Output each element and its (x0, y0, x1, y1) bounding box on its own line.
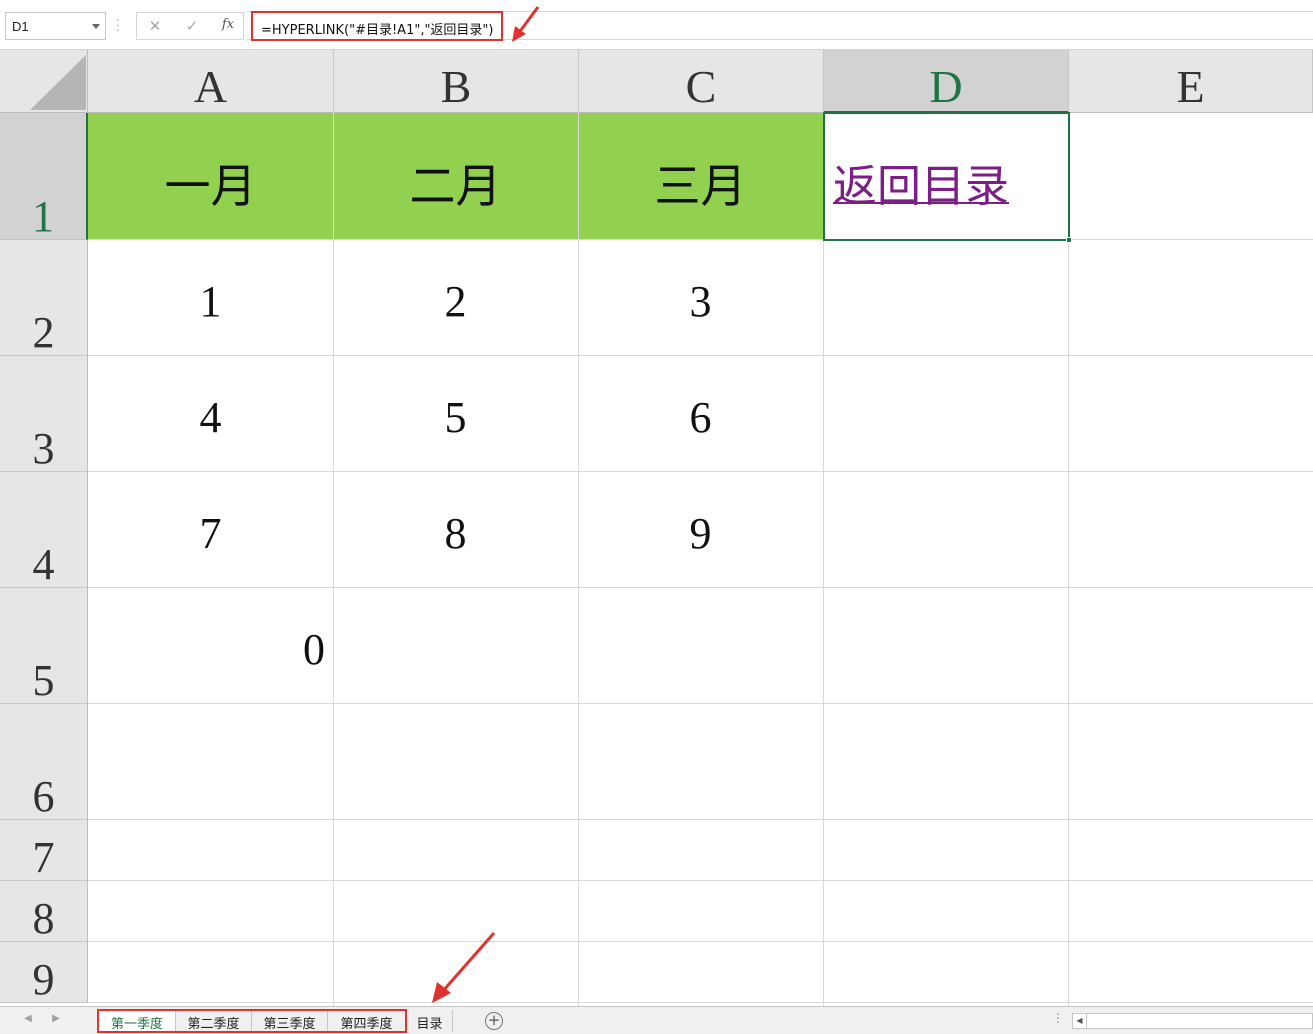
row-header-5[interactable]: 5 (0, 588, 88, 704)
hyperlink-back-to-index[interactable]: 返回目录 (833, 150, 1009, 214)
spreadsheet-grid: A B C D E 1 2 3 4 5 6 7 8 9 一月 二月 三月 1 2… (0, 50, 1313, 1006)
scrollbar-thumb[interactable] (1089, 1016, 1309, 1026)
scroll-tabs-right-icon[interactable]: ▶ (48, 1013, 64, 1029)
formula-text[interactable]: =HYPERLINK("#目录!A1","返回目录") (251, 11, 504, 41)
gridline (88, 819, 1313, 820)
row-number: 3 (32, 424, 55, 473)
row-header-4[interactable]: 4 (0, 472, 88, 588)
cell-b1[interactable]: 二月 (333, 150, 578, 216)
add-sheet-button[interactable]: + (485, 1012, 503, 1030)
column-header-b[interactable]: B (334, 50, 579, 113)
name-box-value: D1 (12, 19, 29, 34)
name-box[interactable]: D1 (5, 12, 106, 40)
chevron-down-icon[interactable] (92, 24, 100, 29)
cancel-icon[interactable]: ✕ (144, 17, 166, 37)
sheet-tab-index[interactable]: 目录 (407, 1010, 453, 1032)
gridline (823, 113, 824, 1006)
gridline (88, 941, 1313, 942)
cell-c1[interactable]: 三月 (578, 150, 823, 216)
row-number: 4 (32, 540, 55, 589)
gridline (333, 113, 334, 1006)
sheet-tab-bar: ◀ ▶ 第一季度 第二季度 第三季度 第四季度 目录 + ⋮ ◀ (0, 1006, 1313, 1034)
cell-b4[interactable]: 8 (333, 508, 578, 559)
scroll-left-icon[interactable]: ◀ (1073, 1014, 1087, 1028)
more-options-icon[interactable]: ⋮ (1052, 1011, 1064, 1025)
horizontal-scrollbar[interactable]: ◀ (1072, 1013, 1313, 1029)
selected-cell-d1[interactable]: 返回目录 (823, 112, 1072, 243)
row-header-9[interactable]: 9 (0, 942, 88, 1003)
row-header-1[interactable]: 1 (0, 113, 88, 240)
fill-handle[interactable] (1066, 237, 1072, 243)
gridline (578, 113, 579, 1006)
cell-c2[interactable]: 3 (578, 276, 823, 327)
more-options-icon[interactable]: · · · (116, 15, 122, 36)
scroll-tabs-left-icon[interactable]: ◀ (20, 1013, 36, 1029)
cell-b3[interactable]: 5 (333, 392, 578, 443)
formula-bar: D1 · · · ✕ ✓ fx =HYPERLINK("#目录!A1","返回目录"… (0, 0, 1313, 50)
column-header-c[interactable]: C (579, 50, 824, 113)
cell-c4[interactable]: 9 (578, 508, 823, 559)
enter-icon[interactable]: ✓ (181, 17, 203, 37)
cell-c3[interactable]: 6 (578, 392, 823, 443)
gridline (88, 471, 1313, 472)
row-number: 7 (32, 833, 55, 882)
row-number: 1 (32, 192, 54, 241)
row-number: 8 (32, 894, 55, 943)
cell-a4[interactable]: 7 (88, 508, 333, 559)
insert-function-icon[interactable]: fx (217, 17, 239, 37)
row-number: 6 (32, 772, 55, 821)
row-number: 5 (32, 656, 55, 705)
gridline (1068, 113, 1069, 1006)
row-header-8[interactable]: 8 (0, 881, 88, 942)
column-header-e[interactable]: E (1069, 50, 1313, 113)
gridline (88, 239, 1313, 240)
column-header-d[interactable]: D (824, 50, 1069, 113)
row-number: 2 (32, 308, 55, 357)
gridline (88, 587, 1313, 588)
cell-a2[interactable]: 1 (88, 276, 333, 327)
row-number: 9 (32, 955, 55, 1004)
gridline (88, 880, 1313, 881)
formula-buttons: ✕ ✓ fx (136, 12, 244, 40)
tabs-highlight-box (97, 1009, 407, 1033)
select-all-corner[interactable] (0, 50, 88, 113)
column-header-a[interactable]: A (88, 50, 334, 113)
cell-a1[interactable]: 一月 (88, 150, 333, 216)
row-header-7[interactable]: 7 (0, 820, 88, 881)
row-header-6[interactable]: 6 (0, 704, 88, 820)
cell-a5[interactable]: 0 (88, 624, 333, 675)
cell-b2[interactable]: 2 (333, 276, 578, 327)
gridline (88, 355, 1313, 356)
gridline (88, 703, 1313, 704)
row-header-2[interactable]: 2 (0, 240, 88, 356)
row-header-3[interactable]: 3 (0, 356, 88, 472)
gridline (88, 1002, 1313, 1003)
cell-a3[interactable]: 4 (88, 392, 333, 443)
